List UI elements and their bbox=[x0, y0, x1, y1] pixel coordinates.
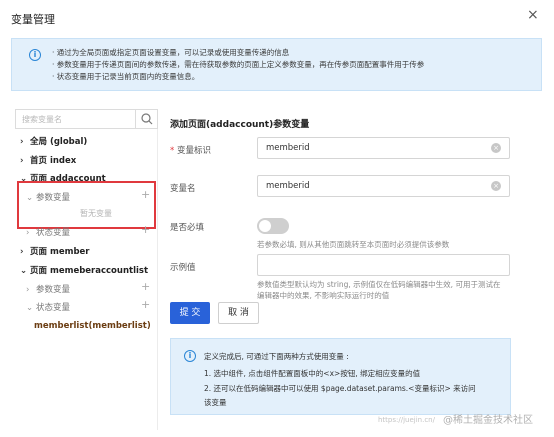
watermark-url: https://juejin.cn/ bbox=[378, 416, 435, 424]
tree-item-member[interactable]: › 页面 member bbox=[20, 245, 89, 257]
example-hint-line: 编辑器中的效果, 不影响实际运行时的值 bbox=[257, 291, 390, 300]
required-hint: 若参数必填, 则从其他页面跳转至本页面时必须提供该参数 bbox=[257, 240, 450, 249]
tree-item-label: 首页 index bbox=[30, 156, 77, 166]
tree-item-label: 状态变量 bbox=[36, 303, 71, 313]
tree-item-label: 状态变量 bbox=[36, 228, 71, 238]
close-icon[interactable]: × bbox=[527, 8, 539, 22]
search-icon bbox=[141, 113, 153, 125]
submit-button[interactable]: 提 交 bbox=[170, 302, 210, 324]
info-line: · 通过为全局页面或指定页面设置变量，可以记录或使用变量传递的信息 bbox=[52, 48, 290, 57]
usage-heading: 定义完成后, 可通过下面两种方式使用变量 : bbox=[204, 352, 349, 361]
tree-item-label: memberlist(memberlist) bbox=[34, 321, 151, 331]
tree-item-global[interactable]: › 全局 (global) bbox=[20, 135, 87, 147]
chevron-right-icon: › bbox=[26, 228, 30, 238]
add-state-var-button[interactable]: + bbox=[141, 223, 150, 236]
info-lines: · 通过为全局页面或指定页面设置变量，可以记录或使用变量传递的信息 · 参数变量… bbox=[52, 47, 424, 83]
var-id-label: * 变量标识 bbox=[170, 144, 211, 156]
usage-line-2: 2. 还可以在低码编辑器中可以使用 $page.dataset.params.<… bbox=[204, 384, 476, 393]
chevron-right-icon: › bbox=[20, 247, 24, 257]
usage-line-1: 1. 选中组件, 点击组件配置面板中的<x>按钮, 绑定相应变量的值 bbox=[204, 369, 421, 378]
tree-item-memberlist[interactable]: memberlist(memberlist) bbox=[34, 321, 151, 331]
tree-item-label: 页面 memeberaccountlist bbox=[30, 266, 149, 276]
tree-item-memeberaccountlist[interactable]: ⌄ 页面 memeberaccountlist bbox=[20, 264, 148, 276]
search-button[interactable] bbox=[135, 110, 157, 128]
example-label: 示例值 bbox=[170, 263, 196, 273]
chevron-down-icon: ⌄ bbox=[20, 266, 28, 276]
example-input[interactable] bbox=[257, 254, 510, 276]
tree-item-label: 参数变量 bbox=[36, 285, 71, 295]
tree-item-param-vars-2[interactable]: › 参数变量 bbox=[26, 283, 70, 295]
info-line: · 参数变量用于传递页面间的参数传递，需在待获取参数的页面上定义参数变量，再在传… bbox=[52, 60, 425, 69]
search-input[interactable]: 搜索变量名 bbox=[15, 109, 158, 129]
tree-item-label: 全局 (global) bbox=[30, 137, 88, 147]
variable-management-dialog: 变量管理 × i · 通过为全局页面或指定页面设置变量，可以记录或使用变量传递的… bbox=[0, 0, 554, 437]
form-section-title: 添加页面(addaccount)参数变量 bbox=[170, 120, 310, 130]
toggle-knob bbox=[259, 220, 271, 232]
var-name-value: memberid bbox=[266, 181, 310, 191]
usage-info-box: i 定义完成后, 可通过下面两种方式使用变量 : 1. 选中组件, 点击组件配置… bbox=[170, 338, 511, 415]
info-icon: i bbox=[184, 350, 196, 362]
var-id-label-text: 变量标识 bbox=[176, 146, 211, 156]
add-param-var-button-2[interactable]: + bbox=[141, 280, 150, 293]
required-mark: * bbox=[170, 146, 175, 156]
search-placeholder: 搜索变量名 bbox=[22, 115, 62, 124]
tree-item-label: 页面 member bbox=[30, 247, 90, 257]
var-id-value: memberid bbox=[266, 143, 310, 153]
highlight-box bbox=[17, 181, 156, 229]
example-hint-line: 参数值类型默认均为 string, 示例值仅在低码编辑器中生效, 可用于测试在 bbox=[257, 280, 501, 289]
add-state-var-button-2[interactable]: + bbox=[141, 298, 150, 311]
info-line: · 状态变量用于记录当前页面内的变量信息。 bbox=[52, 72, 200, 81]
var-name-input[interactable]: memberid × bbox=[257, 175, 510, 197]
info-banner: i · 通过为全局页面或指定页面设置变量，可以记录或使用变量传递的信息 · 参数… bbox=[11, 38, 542, 91]
var-id-input[interactable]: memberid × bbox=[257, 137, 510, 159]
clear-icon[interactable]: × bbox=[491, 181, 501, 191]
example-hint: 参数值类型默认均为 string, 示例值仅在低码编辑器中生效, 可用于测试在 … bbox=[257, 279, 500, 301]
chevron-right-icon: › bbox=[26, 285, 30, 295]
clear-icon[interactable]: × bbox=[491, 143, 501, 153]
tree-item-state-vars-2[interactable]: ⌄ 状态变量 bbox=[26, 301, 70, 313]
required-toggle-label: 是否必填 bbox=[170, 223, 205, 233]
usage-line-3: 该变量 bbox=[204, 398, 227, 407]
var-name-label: 变量名 bbox=[170, 184, 196, 194]
chevron-down-icon: ⌄ bbox=[26, 303, 34, 313]
chevron-right-icon: › bbox=[20, 156, 24, 166]
watermark: @稀土掘金技术社区 bbox=[443, 415, 533, 426]
required-toggle[interactable] bbox=[257, 218, 289, 234]
tree-item-index[interactable]: › 首页 index bbox=[20, 154, 76, 166]
dialog-title: 变量管理 bbox=[11, 13, 55, 26]
tree-item-state-vars[interactable]: › 状态变量 bbox=[26, 226, 70, 238]
cancel-button[interactable]: 取 消 bbox=[218, 302, 259, 324]
chevron-right-icon: › bbox=[20, 137, 24, 147]
info-icon: i bbox=[29, 49, 41, 61]
